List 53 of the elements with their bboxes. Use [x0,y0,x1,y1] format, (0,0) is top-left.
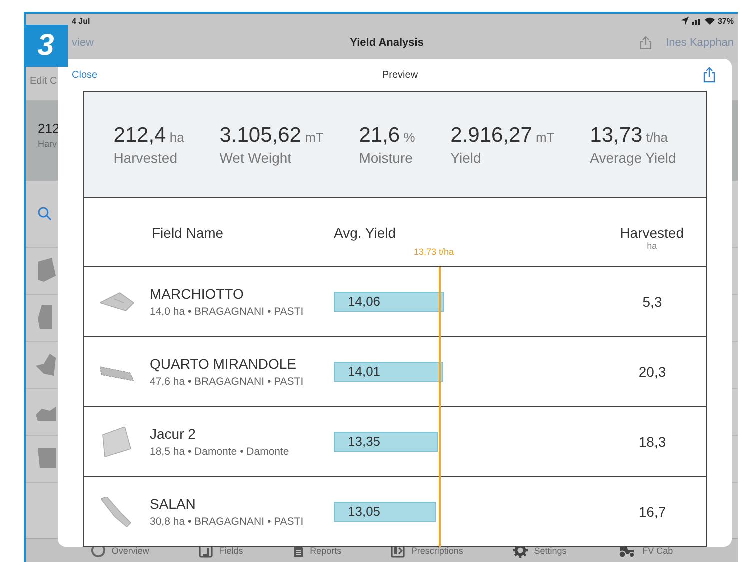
field-details: 18,5 ha • Damonte • Damonte [150,446,290,458]
sheet-title: Preview [382,70,418,80]
stat-value: 3.105,62 mT [220,124,324,148]
stat-value: 2.916,27 mT [450,124,555,148]
harvested-value: 18,3 [638,434,668,450]
column-header: Field Name [151,225,225,241]
field-name: MARCHIOTTO [150,286,245,302]
field-name: QUARTO MIRANDOLE [150,356,298,372]
yield-bar: 13,05 [334,502,436,522]
yield-bar: 14,06 [334,292,444,312]
field-details: 47,6 ha • BRAGAGNANI • PASTI [150,376,305,388]
signal-icon [692,17,702,25]
field-shape-icon [101,496,133,526]
column-header: Harvested [620,225,684,241]
column-header: Avg. Yield [334,225,398,241]
summary-label: Harv [38,139,58,149]
yield-bar: 14,01 [334,362,443,382]
close-button[interactable]: Close [72,70,98,80]
wifi-icon [704,17,715,25]
yield-bar: 13,35 [334,432,438,452]
harvested-value: 20,3 [638,364,668,380]
search-icon[interactable] [38,207,52,221]
location-icon [680,17,689,25]
tab-bar-item[interactable]: Overview [90,543,150,558]
battery-percentage: 37% [718,16,734,26]
harvested-value: 5,3 [642,294,664,310]
stat-label: Wet Weight [220,150,293,166]
user-name-link[interactable]: Ines Kapphan [666,36,734,48]
stat-label: Yield [450,150,482,166]
tab-bar-item[interactable]: FV Cab [616,544,674,558]
field-shape-icon [100,290,134,312]
figure-number-badge: 3 [24,25,68,67]
field-name: SALAN [150,496,197,512]
status-date: 4 Jul [72,16,90,26]
stat-value: 21,6 % [359,124,416,148]
field-details: 30,8 ha • BRAGAGNANI • PASTI [150,516,305,528]
field-shape-icon [101,426,133,456]
stat-value: 212,4 ha [114,124,184,148]
stat-label: Moisture [359,150,414,166]
stat-value: 13,73 t/ha [590,124,670,148]
harvested-value: 16,7 [638,504,668,520]
field-name: Jacur 2 [150,426,197,442]
share-icon[interactable] [703,67,716,83]
average-yield-label: 13,73 t/ha [414,247,456,257]
screen-title: Yield Analysis [349,36,425,48]
stat-label: Average Yield [590,150,676,166]
share-icon[interactable] [640,36,652,50]
column-unit: ha [647,241,658,251]
stat-label: Harvested [114,150,178,166]
edit-button[interactable]: Edit C [30,76,58,87]
tab-bar-item[interactable]: Settings [513,543,567,558]
field-details: 14,0 ha • BRAGAGNANI • PASTI [150,306,305,318]
back-link[interactable]: view [72,36,94,48]
